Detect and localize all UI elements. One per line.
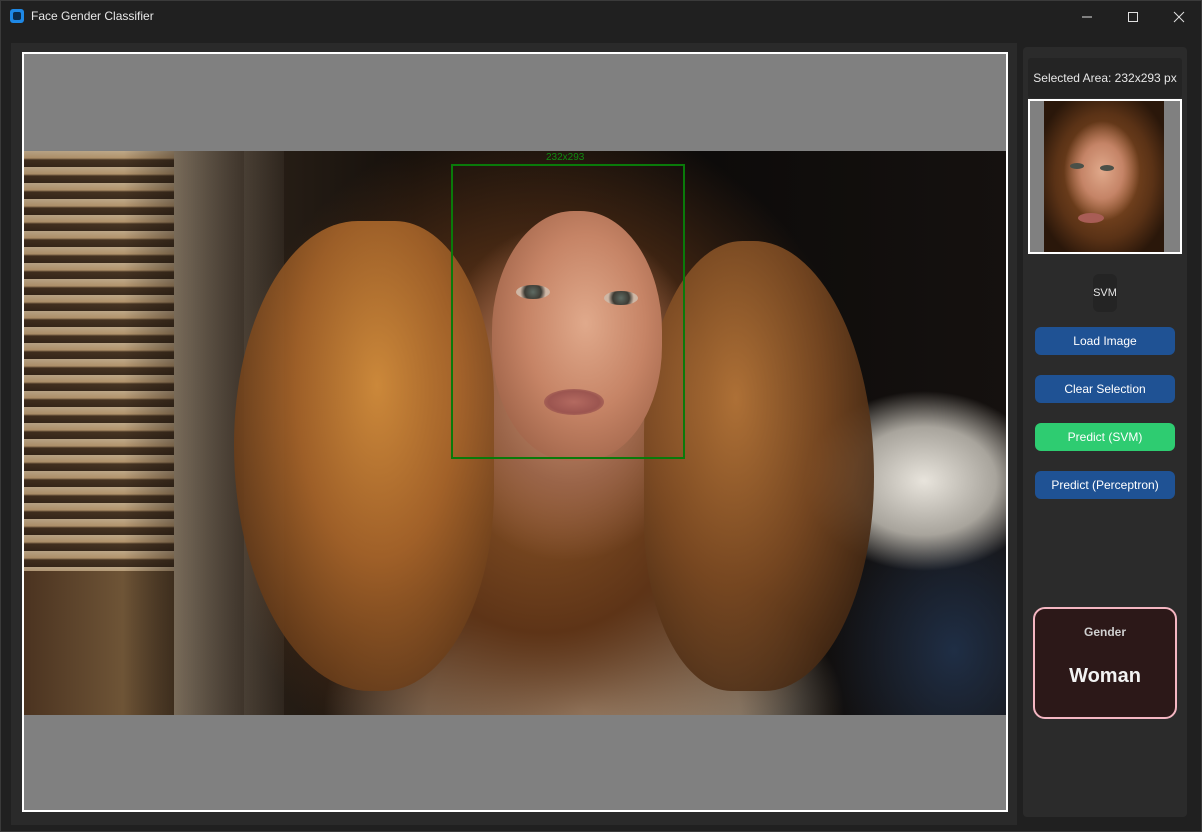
- clear-selection-button[interactable]: Clear Selection: [1035, 375, 1175, 403]
- app-icon: [10, 9, 24, 23]
- window-title: Face Gender Classifier: [31, 9, 154, 23]
- preview-image: [1044, 101, 1164, 252]
- selection-rectangle[interactable]: [451, 164, 685, 459]
- load-image-button[interactable]: Load Image: [1035, 327, 1175, 355]
- app-window: Face Gender Classifier 232x293 Selected …: [0, 0, 1202, 832]
- image-canvas[interactable]: 232x293: [22, 52, 1008, 812]
- maximize-icon: [1128, 11, 1138, 22]
- prediction-result-card: Gender Woman: [1033, 607, 1177, 719]
- close-icon: [1173, 11, 1185, 22]
- loaded-photo[interactable]: 232x293: [24, 151, 1006, 715]
- selected-area-label: Selected Area: 232x293 px: [1028, 58, 1182, 98]
- preview-right-eye: [1100, 165, 1114, 171]
- selection-size-label: 232x293: [546, 152, 585, 163]
- minimize-button[interactable]: [1064, 1, 1110, 32]
- result-label: Gender: [1083, 625, 1126, 639]
- result-value: Woman: [1069, 665, 1141, 687]
- maximize-button[interactable]: [1110, 1, 1156, 32]
- close-button[interactable]: [1156, 1, 1202, 32]
- minimize-icon: [1082, 16, 1092, 17]
- predict-perceptron-button[interactable]: Predict (Perceptron): [1035, 471, 1175, 499]
- preview-left-eye: [1070, 163, 1084, 169]
- selection-preview: [1028, 99, 1182, 254]
- predict-svm-button[interactable]: Predict (SVM): [1035, 423, 1175, 451]
- model-selector[interactable]: SVM: [1093, 274, 1117, 312]
- preview-lips: [1078, 213, 1104, 223]
- title-bar[interactable]: Face Gender Classifier: [1, 1, 1201, 32]
